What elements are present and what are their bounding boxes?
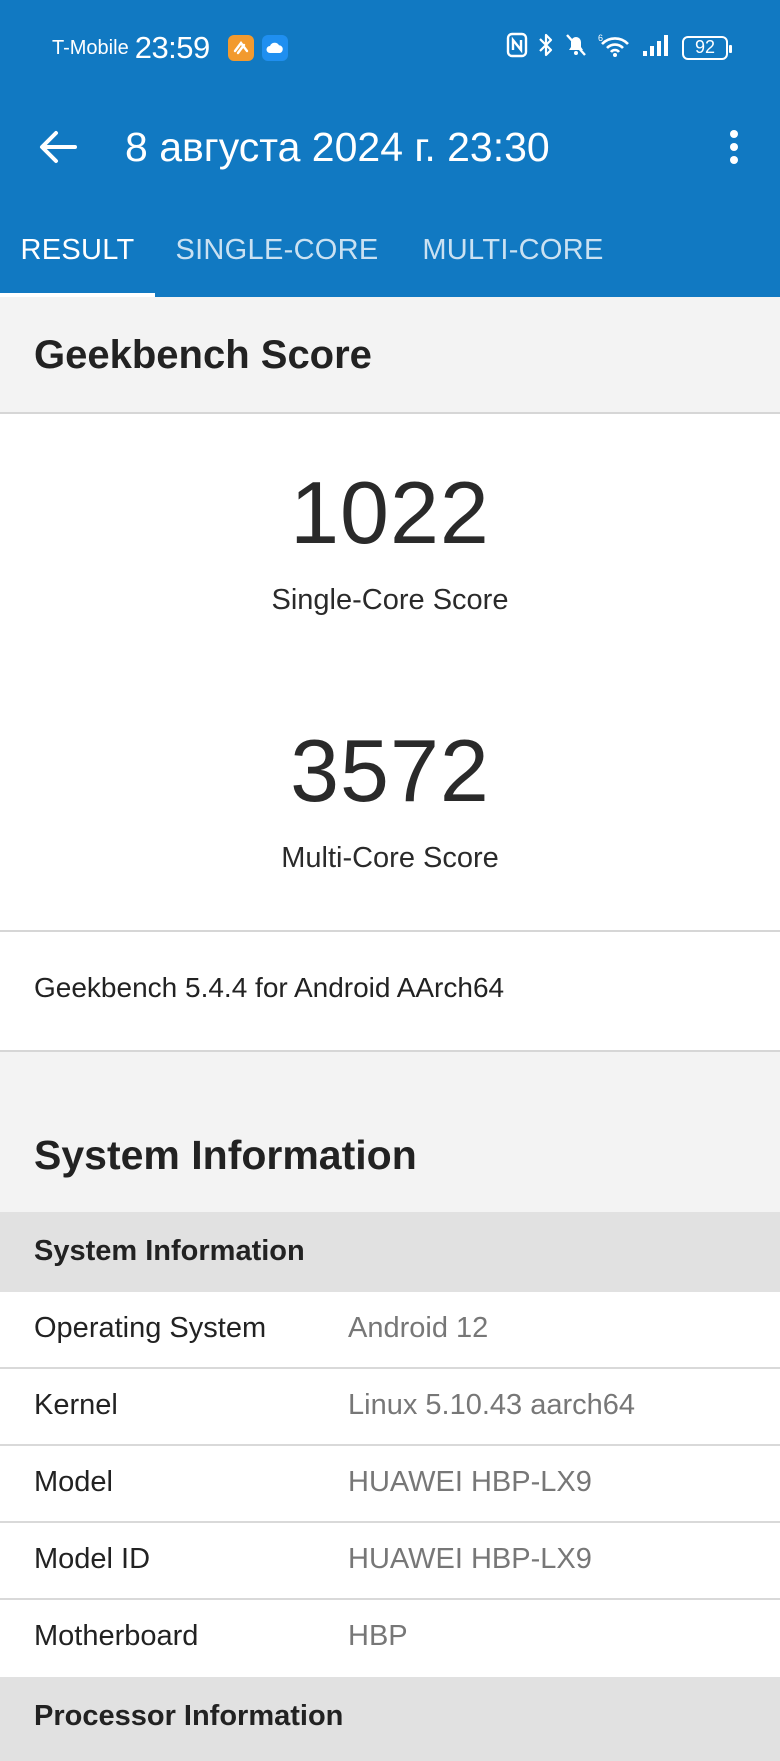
app-notification-icon (227, 35, 254, 61)
info-value: HBP (348, 1620, 408, 1652)
tab-multi-core-label: MULTI-CORE (422, 233, 604, 266)
nfc-icon (506, 32, 528, 63)
bluetooth-icon (538, 32, 554, 63)
single-core-label: Single-Core Score (271, 584, 509, 616)
score-card: 1022 Single-Core Score 3572 Multi-Core S… (0, 414, 780, 932)
info-key: Motherboard (34, 1620, 199, 1652)
cloud-notification-icon (261, 35, 288, 61)
processor-info-group-header: Processor Information (0, 1677, 780, 1761)
page-title: 8 августа 2024 г. 23:30 (125, 124, 550, 170)
score-section-header: Geekbench Score (0, 297, 780, 414)
system-section-header: System Information (0, 1052, 780, 1212)
status-left: T-Mobile 23:59 (52, 30, 288, 66)
multi-core-label: Multi-Core Score (281, 842, 499, 874)
arrow-left-icon (40, 131, 77, 163)
tab-bar: RESULT SINGLE-CORE MULTI-CORE (0, 203, 780, 297)
system-section-title: System Information (34, 1132, 417, 1178)
version-row: Geekbench 5.4.4 for Android AArch64 (0, 932, 780, 1052)
app-bar: 8 августа 2024 г. 23:30 RESULT SINGLE-CO… (0, 97, 780, 297)
carrier-name: T-Mobile (52, 36, 129, 59)
system-info-group-header: System Information (0, 1212, 780, 1292)
score-section-title: Geekbench Score (34, 333, 372, 377)
single-core-score: 1022 (290, 463, 490, 562)
info-key: Operating System (34, 1312, 267, 1344)
info-key: Model (34, 1466, 113, 1498)
version-text: Geekbench 5.4.4 for Android AArch64 (34, 972, 505, 1003)
status-right: 6 92 (506, 32, 732, 63)
multi-core-score: 3572 (290, 721, 490, 820)
info-value: Linux 5.10.43 aarch64 (348, 1389, 635, 1421)
info-key: Kernel (34, 1389, 118, 1421)
tab-multi-core[interactable]: MULTI-CORE (406, 203, 620, 297)
info-row-model: Model HUAWEI HBP-LX9 (0, 1446, 780, 1523)
signal-icon (642, 33, 672, 62)
tab-result[interactable]: RESULT (0, 203, 155, 297)
info-row-model-id: Model ID HUAWEI HBP-LX9 (0, 1523, 780, 1600)
info-row-kernel: Kernel Linux 5.10.43 aarch64 (0, 1369, 780, 1446)
info-key: Model ID (34, 1543, 151, 1575)
processor-info-group-label: Processor Information (34, 1700, 344, 1732)
wifi-icon: 6 (598, 32, 632, 63)
info-value: HUAWEI HBP-LX9 (348, 1466, 592, 1498)
system-info-group-label: System Information (34, 1235, 305, 1267)
svg-text:6: 6 (598, 33, 603, 43)
battery-icon: 92 (682, 35, 732, 60)
info-row-operating-system: Operating System Android 12 (0, 1292, 780, 1369)
tab-result-label: RESULT (20, 233, 135, 266)
info-value: Android 12 (348, 1312, 489, 1344)
info-value: HUAWEI HBP-LX9 (348, 1543, 592, 1575)
status-clock: 23:59 (134, 30, 211, 65)
overflow-menu-button[interactable] (710, 121, 758, 173)
mute-bell-icon (564, 32, 588, 63)
tab-single-core[interactable]: SINGLE-CORE (168, 203, 386, 297)
back-button[interactable] (34, 123, 82, 171)
tab-single-core-label: SINGLE-CORE (175, 233, 379, 266)
info-row-motherboard: Motherboard HBP (0, 1600, 780, 1677)
more-vertical-icon (730, 130, 738, 164)
status-bar: T-Mobile 23:59 6 92 (0, 0, 780, 97)
